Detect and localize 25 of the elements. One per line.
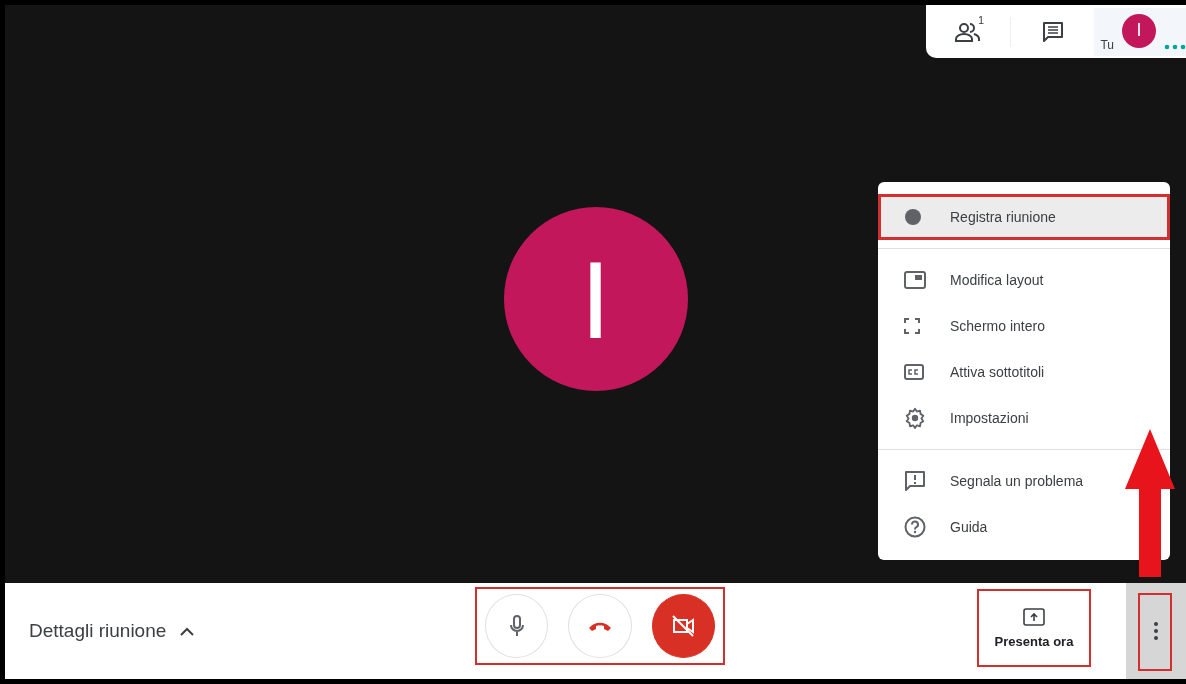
participants-button[interactable]: 1 bbox=[926, 11, 1010, 52]
fullscreen-icon bbox=[904, 318, 920, 334]
captions-icon bbox=[904, 364, 924, 380]
present-screen-icon bbox=[1023, 607, 1045, 626]
present-now-button[interactable]: Presenta ora bbox=[977, 589, 1091, 667]
help-icon bbox=[904, 516, 926, 538]
participant-count: 1 bbox=[978, 13, 985, 26]
dots-icon bbox=[1164, 43, 1186, 50]
record-icon bbox=[904, 208, 922, 226]
microphone-icon bbox=[509, 615, 524, 637]
settings-icon bbox=[904, 407, 926, 429]
people-icon bbox=[954, 21, 981, 42]
user-avatar: I bbox=[1122, 13, 1156, 48]
more-icon bbox=[1154, 622, 1158, 640]
camera-icon bbox=[671, 615, 696, 637]
you-label: Tu bbox=[1100, 37, 1114, 52]
chevron-up-icon bbox=[180, 626, 195, 636]
participant-avatar: I bbox=[503, 207, 688, 391]
menu-item[interactable]: Registra riunione bbox=[878, 194, 1170, 240]
more-options-button[interactable] bbox=[1126, 583, 1186, 679]
chat-icon bbox=[1041, 20, 1064, 43]
layout-icon bbox=[904, 271, 926, 289]
phone-icon bbox=[588, 621, 612, 631]
meeting-details-button[interactable]: Dettagli riunione bbox=[29, 620, 195, 642]
feedback-icon bbox=[904, 470, 926, 492]
